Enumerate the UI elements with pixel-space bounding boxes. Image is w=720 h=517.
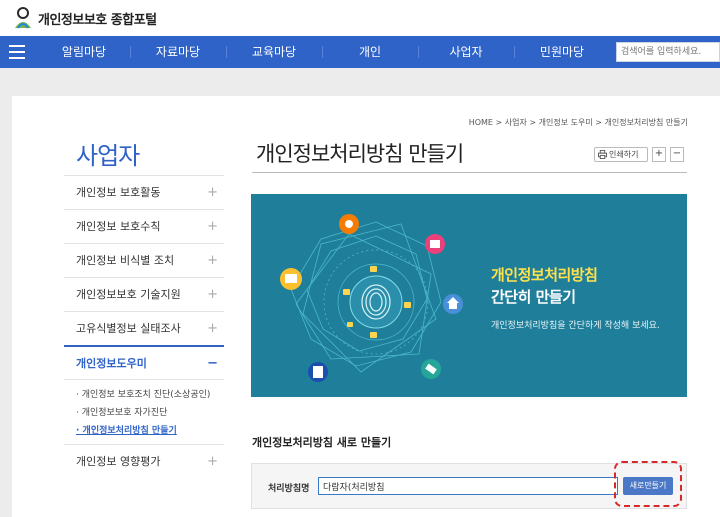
- plus-icon: +: [207, 219, 218, 234]
- minus-icon: −: [207, 356, 218, 371]
- gnb-item-notice[interactable]: 알림마당: [34, 36, 134, 68]
- plus-icon: +: [207, 185, 218, 200]
- policy-name-input[interactable]: [318, 477, 618, 495]
- top-header: 개인정보보호 종합포털: [0, 0, 720, 36]
- search-input[interactable]: [616, 42, 720, 62]
- plus-icon: +: [207, 287, 218, 302]
- sidebar-item-impact-assessment[interactable]: 개인정보 영향평가 +: [64, 444, 224, 478]
- banner-description: 개인정보처리방침을 간단하게 작성해 보세요.: [491, 321, 660, 331]
- hamburger-menu-icon[interactable]: [9, 45, 25, 59]
- gnb-item-business[interactable]: 사업자: [418, 36, 514, 68]
- site-logo[interactable]: 개인정보보호 종합포털: [12, 6, 157, 30]
- sidebar-item-label: 개인정보보호 기술지원: [76, 288, 181, 301]
- sidebar-item-label: 개인정보 보호활동: [76, 186, 161, 199]
- sidebar-submenu: · 개인정보 보호조치 진단(소상공인) · 개인정보보호 자가진단 · 개인정…: [64, 379, 224, 444]
- print-button[interactable]: 인쇄하기: [594, 147, 648, 162]
- global-nav: 알림마당 자료마당 교육마당 개인 사업자 민원마당: [0, 36, 720, 68]
- sidebar-item-label: 개인정보 비식별 조치: [76, 254, 175, 267]
- hero-banner: 개인정보처리방침 간단히 만들기 개인정보처리방침을 간단하게 작성해 보세요.: [251, 194, 687, 397]
- sidebar-item-label: 개인정보 보호수칙: [76, 220, 161, 233]
- sidebar-item-unique-id-survey[interactable]: 고유식별정보 실태조사 +: [64, 311, 224, 345]
- banner-title-line2: 간단히 만들기: [491, 288, 576, 306]
- sidebar-item-label: 개인정보도우미: [76, 357, 147, 370]
- page-title: 개인정보처리방침 만들기: [256, 142, 464, 166]
- printer-icon: [598, 150, 607, 159]
- sidebar-nav: 개인정보 보호활동 + 개인정보 보호수칙 + 개인정보 비식별 조치 + 개인…: [64, 175, 224, 478]
- sidebar-item-label: 개인정보 영향평가: [76, 455, 161, 468]
- logo-text: 개인정보보호 종합포털: [38, 12, 157, 28]
- gnb-item-resources[interactable]: 자료마당: [130, 36, 226, 68]
- network-illustration: [280, 214, 463, 382]
- gnb-item-individual[interactable]: 개인: [322, 36, 418, 68]
- sidebar-item-protection-rules[interactable]: 개인정보 보호수칙 +: [64, 209, 224, 243]
- sidebar-item-protection-activities[interactable]: 개인정보 보호활동 +: [64, 175, 224, 209]
- title-divider: [252, 172, 687, 173]
- banner-title-line1: 개인정보처리방침: [491, 266, 598, 284]
- logo-mark-icon: [15, 7, 31, 29]
- sidebar-item-label: 고유식별정보 실태조사: [76, 322, 181, 335]
- submenu-item-policy-maker[interactable]: · 개인정보처리방침 만들기: [76, 422, 224, 440]
- sidebar-title: 사업자: [76, 142, 140, 170]
- sidebar-item-deidentification[interactable]: 개인정보 비식별 조치 +: [64, 243, 224, 277]
- breadcrumb: HOME > 사업자 > 개인정보 도우미 > 개인정보처리방침 만들기: [468, 118, 688, 127]
- gnb-item-education[interactable]: 교육마당: [226, 36, 322, 68]
- highlight-annotation: [614, 461, 682, 507]
- zoom-in-button[interactable]: +: [652, 147, 666, 162]
- gnb-item-civil[interactable]: 민원마당: [514, 36, 610, 68]
- submenu-item-self-check-smb[interactable]: · 개인정보 보호조치 진단(소상공인): [76, 386, 224, 404]
- print-label: 인쇄하기: [609, 150, 639, 159]
- plus-icon: +: [207, 454, 218, 469]
- sidebar-item-privacy-helper[interactable]: 개인정보도우미 −: [64, 345, 224, 379]
- plus-icon: +: [207, 321, 218, 336]
- plus-icon: +: [207, 253, 218, 268]
- submenu-item-self-diagnosis[interactable]: · 개인정보보호 자가진단: [76, 404, 224, 422]
- section-title: 개인정보처리방침 새로 만들기: [252, 436, 392, 449]
- policy-name-label: 처리방침명: [268, 484, 310, 494]
- sidebar-item-tech-support[interactable]: 개인정보보호 기술지원 +: [64, 277, 224, 311]
- zoom-out-button[interactable]: −: [670, 147, 684, 162]
